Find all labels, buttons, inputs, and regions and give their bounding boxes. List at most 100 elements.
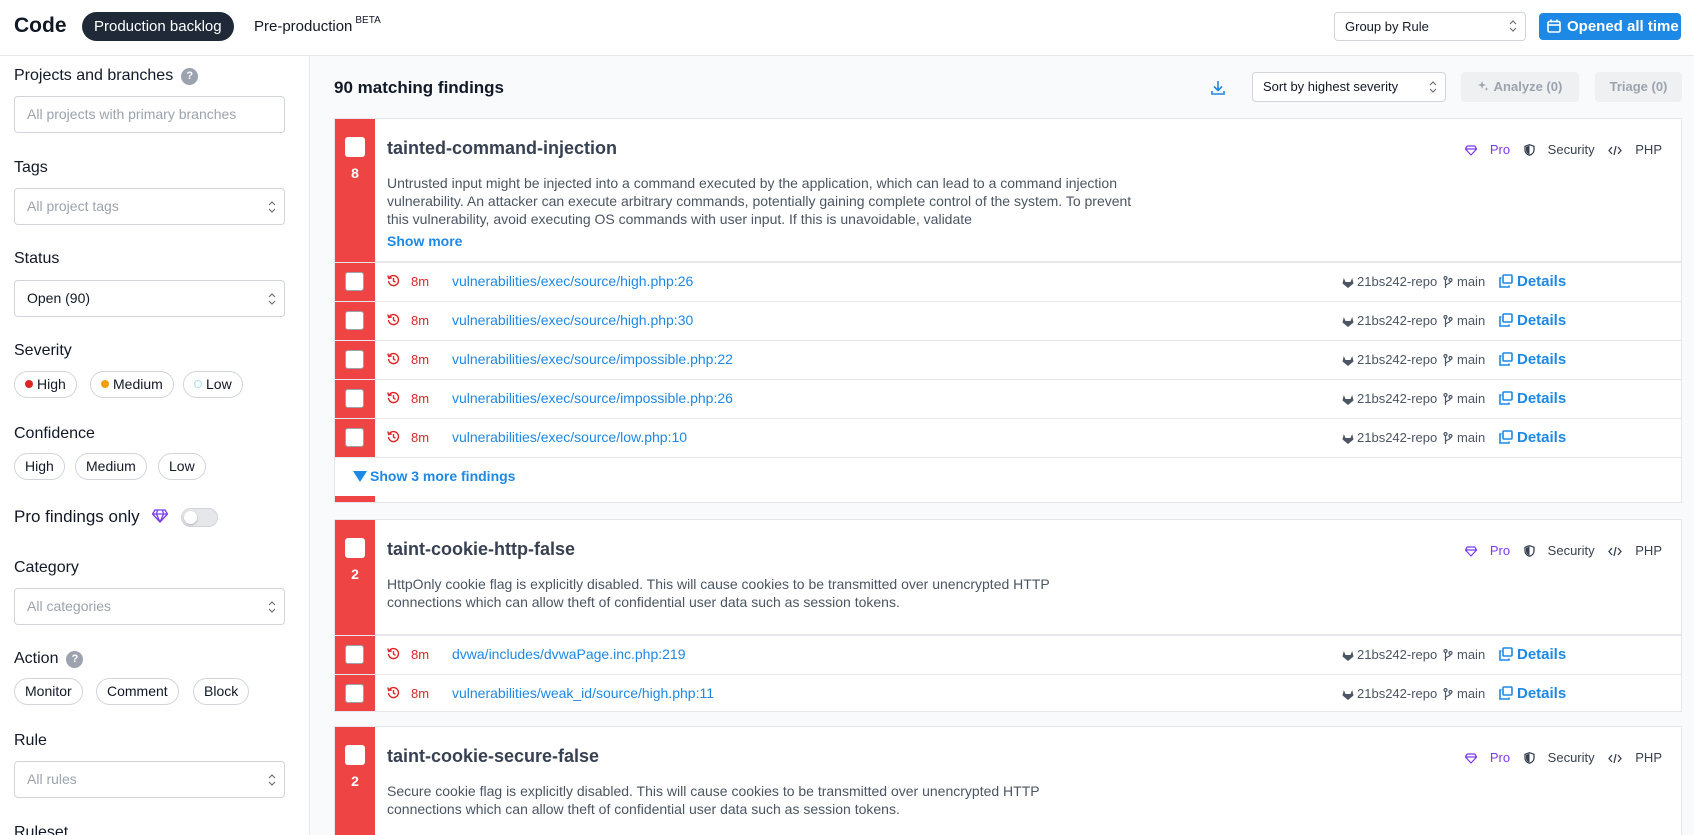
- rule-tags: Pro Security PHP: [1455, 750, 1662, 765]
- action-chip-block[interactable]: Block: [193, 678, 250, 705]
- details-label: Details: [1517, 390, 1567, 407]
- gitlab-icon: [1342, 278, 1354, 288]
- status-filter-label: Status: [14, 250, 60, 267]
- history-icon: [387, 647, 400, 660]
- confidence-chip-medium[interactable]: Medium: [75, 453, 147, 480]
- gitlab-icon: [1342, 690, 1354, 700]
- windows-icon: [1499, 313, 1513, 327]
- details-button[interactable]: Details: [1499, 429, 1566, 446]
- help-icon[interactable]: ?: [181, 68, 199, 85]
- repo-name: 21bs242-repo: [1357, 352, 1438, 367]
- category-select[interactable]: All categories: [14, 588, 285, 625]
- finding-branch: main: [1443, 686, 1485, 701]
- pro-findings-toggle[interactable]: [181, 508, 218, 527]
- rule-select[interactable]: All rules: [14, 761, 285, 798]
- group-finding-count: 2: [351, 566, 359, 582]
- tags-select[interactable]: All project tags: [14, 188, 285, 225]
- sort-select[interactable]: Sort by highest severity: [1252, 72, 1446, 102]
- finding-row[interactable]: 8m dvwa/includes/dvwaPage.inc.php:219 21…: [335, 635, 1681, 674]
- show-more-link[interactable]: Show more: [387, 233, 462, 249]
- confidence-chip-low[interactable]: Low: [158, 453, 206, 480]
- rule-header: tainted-command-injection Pro Security P…: [375, 119, 1681, 262]
- severity-chip-label: Low: [206, 376, 232, 392]
- details-label: Details: [1517, 312, 1567, 329]
- group-by-select[interactable]: Group by Rule: [1334, 12, 1526, 41]
- security-tag: Security: [1524, 142, 1595, 157]
- select-arrows-icon: [268, 601, 276, 613]
- rule-name[interactable]: taint-cookie-http-false: [387, 539, 575, 560]
- group-checkbox[interactable]: [345, 137, 365, 157]
- finding-row[interactable]: 8m vulnerabilities/weak_id/source/high.p…: [335, 674, 1681, 711]
- rule-name[interactable]: tainted-command-injection: [387, 138, 617, 159]
- triage-button[interactable]: Triage (0): [1595, 72, 1682, 102]
- finding-path-link[interactable]: vulnerabilities/exec/source/high.php:26: [452, 273, 693, 289]
- severity-chip-medium[interactable]: Medium: [90, 371, 174, 398]
- action-chip-monitor[interactable]: Monitor: [14, 678, 83, 705]
- opened-all-time-button[interactable]: Opened all time: [1539, 13, 1681, 40]
- finding-checkbox[interactable]: [345, 645, 364, 664]
- finding-row[interactable]: 8m vulnerabilities/exec/source/low.php:1…: [335, 418, 1681, 457]
- finding-checkbox[interactable]: [345, 311, 364, 330]
- severity-dot-icon: [25, 380, 33, 388]
- finding-row[interactable]: 8m vulnerabilities/exec/source/impossibl…: [335, 340, 1681, 379]
- tags-placeholder: All project tags: [27, 198, 119, 214]
- download-icon[interactable]: [1211, 80, 1225, 95]
- rule-group: 8 tainted-command-injection Pro Security…: [334, 118, 1682, 503]
- finding-checkbox[interactable]: [345, 272, 364, 291]
- analyze-button[interactable]: Analyze (0): [1461, 72, 1579, 102]
- severity-chip-high[interactable]: High: [14, 371, 77, 398]
- status-value: Open (90): [27, 290, 91, 306]
- severity-chip-label: High: [37, 376, 66, 392]
- projects-label-text: Projects and branches: [14, 67, 174, 84]
- shield-icon: [1524, 752, 1535, 764]
- finding-age: 8m: [411, 430, 430, 445]
- rule-description: Secure cookie flag is explicitly disable…: [387, 783, 1040, 817]
- details-button[interactable]: Details: [1499, 312, 1566, 329]
- group-by-value: Group by Rule: [1345, 19, 1429, 34]
- severity-chip-low[interactable]: Low: [183, 371, 243, 398]
- details-button[interactable]: Details: [1499, 646, 1566, 663]
- finding-row[interactable]: 8m vulnerabilities/exec/source/high.php:…: [335, 262, 1681, 301]
- show-more-findings-label: Show 3 more findings: [370, 468, 516, 484]
- finding-repo: 21bs242-repo: [1342, 430, 1437, 445]
- finding-path-link[interactable]: vulnerabilities/exec/source/high.php:30: [452, 312, 693, 328]
- select-arrows-icon: [1429, 81, 1437, 93]
- action-chip-comment[interactable]: Comment: [96, 678, 179, 705]
- group-checkbox[interactable]: [345, 538, 365, 558]
- finding-row[interactable]: 8m vulnerabilities/exec/source/impossibl…: [335, 379, 1681, 418]
- language-tag: PHP: [1608, 142, 1662, 157]
- tab-production-backlog[interactable]: Production backlog: [82, 12, 234, 41]
- group-checkbox[interactable]: [345, 745, 365, 765]
- rule-description: Untrusted input might be injected into a…: [387, 175, 1132, 227]
- rule-name[interactable]: taint-cookie-secure-false: [387, 746, 599, 767]
- tab-pre-production[interactable]: Pre-production BETA: [254, 15, 381, 35]
- status-select[interactable]: Open (90): [14, 280, 285, 317]
- finding-path-link[interactable]: vulnerabilities/exec/source/impossible.p…: [452, 351, 733, 367]
- rule-group: 2 taint-cookie-secure-false Pro Security…: [334, 726, 1682, 835]
- finding-checkbox[interactable]: [345, 428, 364, 447]
- finding-checkbox[interactable]: [345, 389, 364, 408]
- finding-path-link[interactable]: vulnerabilities/weak_id/source/high.php:…: [452, 685, 714, 701]
- confidence-chip-high[interactable]: High: [14, 453, 65, 480]
- category-filter-label: Category: [14, 559, 79, 576]
- branch-name: main: [1457, 274, 1486, 289]
- action-filter-label: Action?: [14, 650, 84, 668]
- finding-checkbox[interactable]: [345, 350, 364, 369]
- details-button[interactable]: Details: [1499, 351, 1566, 368]
- finding-branch: main: [1443, 274, 1485, 289]
- details-button[interactable]: Details: [1499, 273, 1566, 290]
- finding-path-link[interactable]: vulnerabilities/exec/source/impossible.p…: [452, 390, 733, 406]
- finding-branch: main: [1443, 647, 1485, 662]
- finding-path-link[interactable]: dvwa/includes/dvwaPage.inc.php:219: [452, 646, 686, 662]
- show-more-findings-button[interactable]: Show 3 more findings: [353, 468, 515, 484]
- projects-input[interactable]: All projects with primary branches: [14, 96, 285, 133]
- branch-name: main: [1457, 352, 1486, 367]
- details-button[interactable]: Details: [1499, 685, 1566, 702]
- finding-checkbox[interactable]: [345, 684, 364, 703]
- finding-path-link[interactable]: vulnerabilities/exec/source/low.php:10: [452, 429, 687, 445]
- shield-icon: [1524, 545, 1535, 557]
- finding-row[interactable]: 8m vulnerabilities/exec/source/high.php:…: [335, 301, 1681, 340]
- help-icon[interactable]: ?: [66, 651, 84, 668]
- details-label: Details: [1517, 351, 1567, 368]
- details-button[interactable]: Details: [1499, 390, 1566, 407]
